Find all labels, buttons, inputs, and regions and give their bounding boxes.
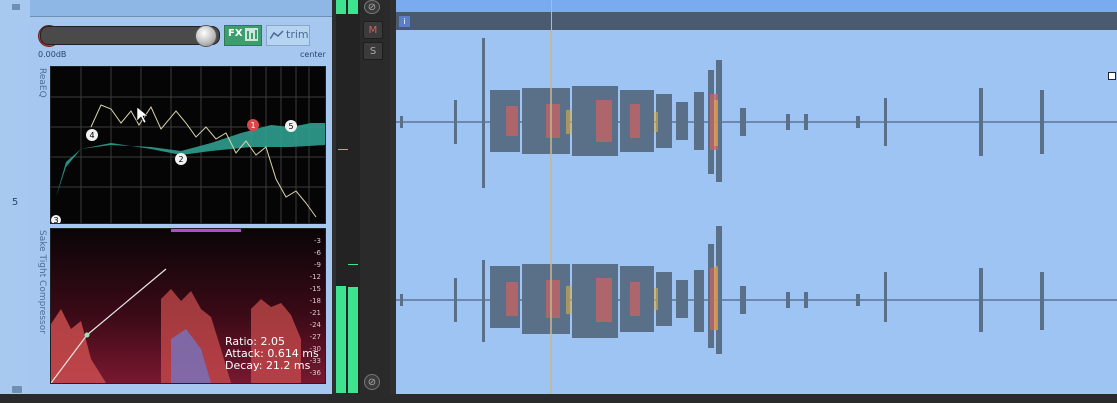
edit-cursor[interactable] (551, 0, 552, 30)
meter-left-top (336, 0, 346, 14)
media-item-header[interactable]: i (396, 12, 1117, 30)
volume-slider[interactable] (40, 25, 220, 47)
phase-icon[interactable]: ⊘ (364, 0, 380, 14)
eq-band-1-label: 1 (250, 121, 255, 130)
track-meter (336, 0, 360, 397)
reaeq-display[interactable]: 1 2 3 4 5 (50, 66, 326, 224)
compressor-label[interactable]: Sake Tight Compressor (37, 230, 47, 334)
folder-icon[interactable] (12, 4, 20, 10)
mute-button[interactable]: M (363, 21, 383, 39)
trim-label: trim (286, 28, 309, 41)
volume-readout: 0.00dB (38, 50, 67, 59)
reaeq-label[interactable]: ReaEQ (37, 68, 47, 98)
track-button-column: ⊘ M S ⊘ (360, 0, 390, 397)
eq-band-4-label: 4 (89, 131, 94, 140)
meter-peak-mark (348, 264, 358, 265)
mouse-cursor-icon (136, 106, 149, 124)
eq-icon (245, 28, 258, 41)
envelope-icon (270, 30, 284, 40)
meter-right-bottom (348, 287, 358, 393)
eq-band-5-label: 5 (288, 122, 293, 131)
fx-button[interactable]: FX (224, 25, 262, 46)
track-number-strip[interactable]: 5 (0, 0, 31, 403)
eq-band-3-label: 3 (53, 216, 58, 223)
eq-band-2-label: 2 (178, 155, 183, 164)
meter-right-top (348, 0, 358, 14)
item-handle[interactable] (1108, 72, 1116, 80)
track-header-bar (30, 0, 332, 17)
phase-icon[interactable]: ⊘ (364, 374, 380, 390)
meter-left-bottom (336, 286, 346, 393)
pan-knob[interactable] (195, 25, 217, 47)
meter-peak-mark (338, 149, 348, 150)
media-item-lane[interactable] (396, 30, 1117, 394)
folder-icon[interactable] (12, 386, 22, 393)
previous-track-lane[interactable] (396, 0, 1117, 12)
solo-button[interactable]: S (363, 42, 383, 60)
bottom-scrollbar[interactable] (0, 394, 1117, 403)
track-number: 5 (11, 197, 19, 208)
pan-readout: center (300, 50, 326, 59)
fx-label: FX (228, 28, 243, 39)
trim-button[interactable]: trim (266, 25, 310, 46)
item-info-badge[interactable]: i (399, 16, 410, 27)
compressor-display[interactable]: -3 -6 -9 -12 -15 -18 -21 -24 -27 -30 -33 -36 Ratio:… (50, 228, 326, 384)
